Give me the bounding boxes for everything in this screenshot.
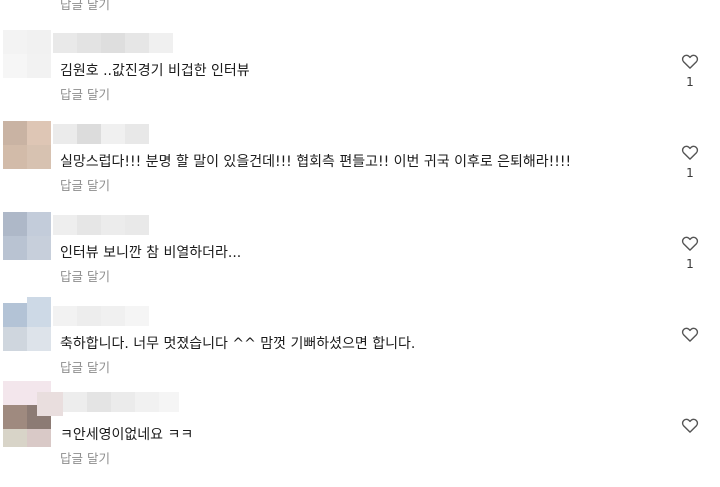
comment-text: 김원호 ..값진경기 비겁한 인터뷰 [60, 63, 250, 79]
comment-item: 김원호 ..값진경기 비겁한 인터뷰 답글 달기 1 [0, 30, 720, 123]
heart-outline-icon[interactable] [680, 415, 700, 435]
like-count: 1 [686, 166, 694, 180]
reply-link[interactable]: 답글 달기 [60, 0, 110, 13]
reply-link[interactable]: 답글 달기 [60, 357, 110, 376]
reply-link[interactable]: 답글 달기 [60, 448, 110, 467]
reply-link[interactable]: 답글 달기 [60, 175, 110, 194]
heart-outline-icon[interactable] [680, 233, 700, 253]
reply-link[interactable]: 답글 달기 [60, 266, 110, 285]
comment-text: ㅋ안세영이없네요 ㅋㅋ [60, 427, 194, 443]
like-count: 1 [686, 75, 694, 89]
heart-outline-icon[interactable] [680, 51, 700, 71]
comment-item: 인터뷰 보니깐 참 비열하더라... 답글 달기 1 [0, 212, 720, 305]
comment-text: 실망스럽다!!! 분명 할 말이 있을건데!!! 협회측 편들고!! 이번 귀국… [60, 154, 572, 170]
reply-link[interactable]: 답글 달기 [60, 84, 110, 103]
comment-text: 인터뷰 보니깐 참 비열하더라... [60, 245, 242, 261]
comment-item: 실망스럽다!!! 분명 할 말이 있을건데!!! 협회측 편들고!! 이번 귀국… [0, 121, 720, 214]
comment-text: 축하합니다. 너무 멋졌습니다 ^^ 맘껏 기뻐하셨으면 합니다. [60, 336, 416, 352]
like-count: 1 [686, 257, 694, 271]
heart-outline-icon[interactable] [680, 324, 700, 344]
heart-outline-icon[interactable] [680, 142, 700, 162]
comment-item: 축하합니다. 너무 멋졌습니다 ^^ 맘껏 기뻐하셨으면 합니다. 답글 달기 [0, 297, 720, 396]
